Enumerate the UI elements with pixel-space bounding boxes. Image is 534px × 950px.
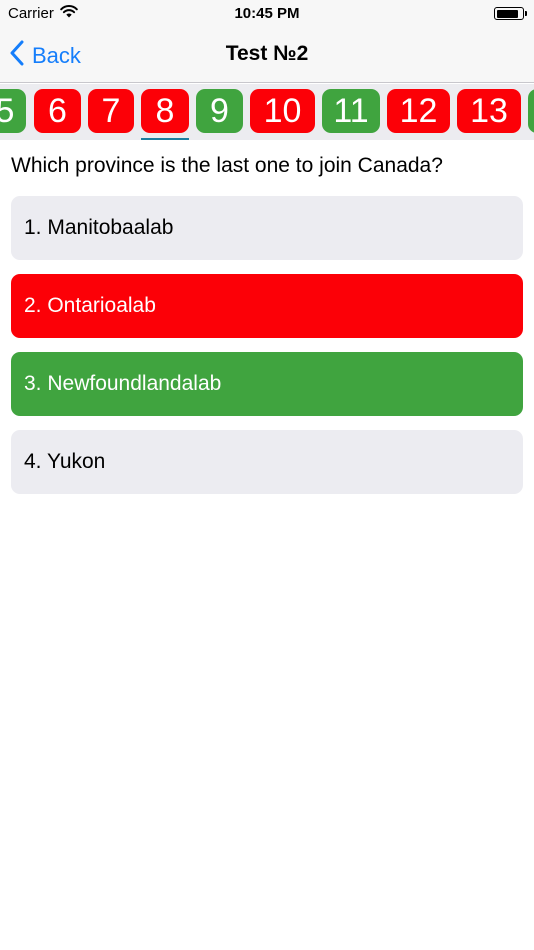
battery-level <box>496 9 518 18</box>
answer-option-3[interactable]: 3. Newfoundlandalab <box>11 352 523 416</box>
answer-option-1[interactable]: 1. Manitobaalab <box>11 196 523 260</box>
question-number-8[interactable]: 8 <box>141 89 189 133</box>
question-number-6[interactable]: 6 <box>34 89 81 133</box>
status-bar: Carrier 10:45 PM <box>0 0 534 28</box>
question-number-12[interactable]: 12 <box>387 89 450 133</box>
question-number-strip[interactable]: 567891011121314 <box>0 84 534 140</box>
answer-option-4[interactable]: 4. Yukon <box>11 430 523 494</box>
battery-icon <box>494 7 527 20</box>
question-number-14[interactable]: 14 <box>528 89 534 133</box>
navigation-bar: Back Test №2 <box>0 28 534 83</box>
question-number-9[interactable]: 9 <box>196 89 243 133</box>
active-question-indicator <box>141 138 189 140</box>
question-number-11[interactable]: 11 <box>322 89 380 133</box>
answer-option-2[interactable]: 2. Ontarioalab <box>11 274 523 338</box>
question-number-10[interactable]: 10 <box>250 89 315 133</box>
page-title: Test №2 <box>225 42 309 65</box>
status-time: 10:45 PM <box>234 5 300 22</box>
question-number-5[interactable]: 5 <box>0 89 26 133</box>
question-text: Which province is the last one to join C… <box>11 154 443 177</box>
question-number-13[interactable]: 13 <box>457 89 521 133</box>
question-number-7[interactable]: 7 <box>88 89 134 133</box>
